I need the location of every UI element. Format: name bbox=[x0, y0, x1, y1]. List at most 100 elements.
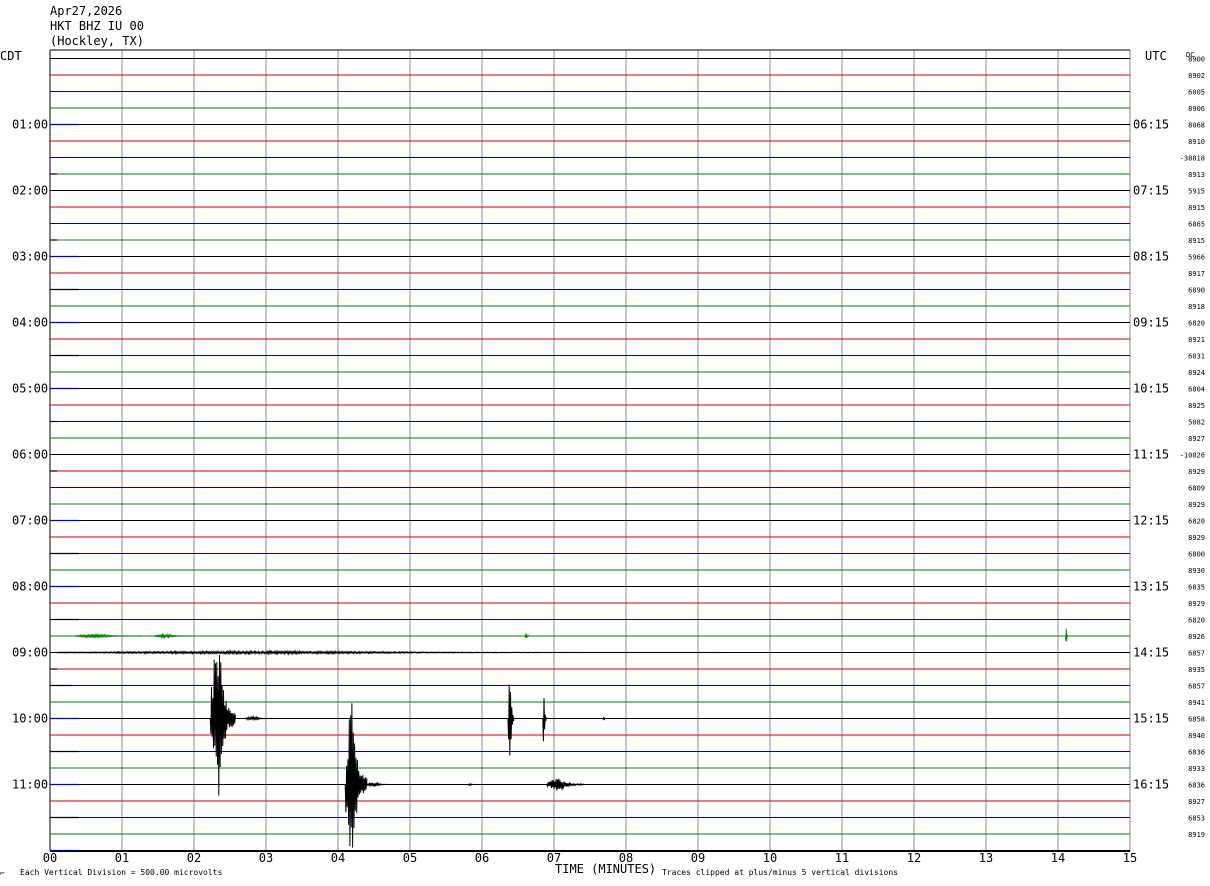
utc-label-0615: 06:15 bbox=[1133, 118, 1169, 132]
utc-label-1315: 13:15 bbox=[1133, 580, 1169, 594]
x-tick-04: 04 bbox=[331, 851, 345, 865]
dc-values: 8900 8902 6005 8906 8068 8910 -38818 8913 5915 89… bbox=[1180, 56, 1205, 840]
header-station: HKT BHZ IU 00 bbox=[50, 19, 144, 33]
utc-label-1115: 11:15 bbox=[1133, 448, 1169, 462]
division-note: Each Vertical Division = 500.00 microvol… bbox=[20, 868, 222, 877]
dc-value-row-13: 8917 bbox=[1188, 270, 1205, 278]
x-tick-15: 15 bbox=[1123, 851, 1137, 865]
right-axis-label: UTC bbox=[1145, 49, 1167, 63]
dc-value-row-17: 8921 bbox=[1188, 336, 1205, 344]
cdt-label-0200: 02:00 bbox=[12, 184, 48, 198]
utc-label-1615: 16:15 bbox=[1133, 778, 1169, 792]
dc-value-row-8: 5915 bbox=[1188, 188, 1205, 196]
x-axis-title: TIME (MINUTES) bbox=[555, 862, 656, 876]
x-tick-02: 02 bbox=[187, 851, 201, 865]
x-tick-03: 03 bbox=[259, 851, 273, 865]
dc-value-row-35: 8926 bbox=[1188, 633, 1205, 641]
dc-value-row-20: 6804 bbox=[1188, 386, 1205, 394]
x-tick-05: 05 bbox=[403, 851, 417, 865]
dc-value-row-47: 8919 bbox=[1188, 831, 1205, 839]
dc-value-row-26: 6809 bbox=[1188, 485, 1205, 493]
seismic-event-12 bbox=[467, 782, 475, 787]
cdt-label-1000: 10:00 bbox=[12, 712, 48, 726]
dc-value-row-7: 8913 bbox=[1188, 171, 1205, 179]
dc-value-row-5: 8910 bbox=[1188, 138, 1205, 146]
dc-value-row-36: 6857 bbox=[1188, 650, 1205, 658]
seismic-event-6 bbox=[244, 714, 274, 722]
cdt-label-0800: 08:00 bbox=[12, 580, 48, 594]
seismic-event-10 bbox=[344, 703, 368, 848]
utc-label-0815: 08:15 bbox=[1133, 250, 1169, 264]
dc-value-row-12: 5966 bbox=[1188, 254, 1205, 262]
x-tick-01: 01 bbox=[115, 851, 129, 865]
dc-value-row-28: 6820 bbox=[1188, 518, 1205, 526]
seismic-event-3 bbox=[1065, 628, 1069, 642]
left-axis-label: CDT bbox=[0, 49, 22, 63]
seismic-event-2 bbox=[524, 633, 529, 638]
utc-label-1515: 15:15 bbox=[1133, 712, 1169, 726]
dc-value-row-3: 8906 bbox=[1188, 105, 1205, 113]
dc-value-row-43: 8933 bbox=[1188, 765, 1205, 773]
dc-value-row-22: 5082 bbox=[1188, 419, 1205, 427]
utc-label-1015: 10:15 bbox=[1133, 382, 1169, 396]
x-tick-09: 09 bbox=[691, 851, 705, 865]
dc-value-row-29: 8929 bbox=[1188, 534, 1205, 542]
dc-value-row-38: 6857 bbox=[1188, 683, 1205, 691]
cdt-label-1100: 11:00 bbox=[12, 778, 48, 792]
seismic-event-9 bbox=[602, 716, 607, 721]
dc-value-row-46: 6853 bbox=[1188, 815, 1205, 823]
dc-value-row-6: -38818 bbox=[1180, 155, 1205, 163]
dc-value-row-27: 8929 bbox=[1188, 501, 1205, 509]
x-tick-00: 00 bbox=[43, 851, 57, 865]
header-date: Apr27,2026 bbox=[50, 4, 122, 18]
dc-value-row-16: 6820 bbox=[1188, 320, 1205, 328]
utc-label-0715: 07:15 bbox=[1133, 184, 1169, 198]
seismic-event-0 bbox=[74, 632, 141, 640]
cdt-label-0100: 01:00 bbox=[12, 118, 48, 132]
seismic-event-1 bbox=[154, 632, 191, 640]
dc-value-row-2: 6005 bbox=[1188, 89, 1205, 97]
seismic-event-11 bbox=[366, 781, 389, 788]
dc-value-row-23: 8927 bbox=[1188, 435, 1205, 443]
dc-value-row-45: 8927 bbox=[1188, 798, 1205, 806]
dc-value-row-42: 6836 bbox=[1188, 749, 1205, 757]
x-tick-06: 06 bbox=[475, 851, 489, 865]
dc-value-row-10: 6865 bbox=[1188, 221, 1205, 229]
scale-mark: ⌐ bbox=[0, 869, 5, 878]
dc-value-row-32: 6835 bbox=[1188, 584, 1205, 592]
dc-value-row-41: 8940 bbox=[1188, 732, 1205, 740]
cdt-label-0300: 03:00 bbox=[12, 250, 48, 264]
cdt-label-0400: 04:00 bbox=[12, 316, 48, 330]
cdt-label-0600: 06:00 bbox=[12, 448, 48, 462]
dc-value-row-9: 8915 bbox=[1188, 204, 1205, 212]
dc-value-row-14: 6890 bbox=[1188, 287, 1205, 295]
clip-note: Traces clipped at plus/minus 5 vertical … bbox=[662, 868, 898, 877]
helicorder-chart: Apr27,2026 HKT BHZ IU 00 (Hockley, TX) C… bbox=[0, 4, 1205, 878]
header-location: (Hockley, TX) bbox=[50, 34, 144, 48]
utc-time-labels: 06:15 07:15 08:15 09:15 10:15 11:15 12:15 13:15… bbox=[1133, 118, 1169, 792]
dc-value-row-18: 6031 bbox=[1188, 353, 1205, 361]
utc-label-0915: 09:15 bbox=[1133, 316, 1169, 330]
seismic-event-7 bbox=[507, 684, 515, 756]
dc-value-row-11: 8915 bbox=[1188, 237, 1205, 245]
cdt-time-labels: 01:00 02:00 03:00 04:00 05:00 06:00 07:00 08:00… bbox=[12, 118, 48, 792]
dc-value-row-30: 6800 bbox=[1188, 551, 1205, 559]
dc-value-row-19: 8924 bbox=[1188, 369, 1205, 377]
utc-label-1415: 14:15 bbox=[1133, 646, 1169, 660]
utc-label-1215: 12:15 bbox=[1133, 514, 1169, 528]
dc-value-row-25: 8929 bbox=[1188, 468, 1205, 476]
cdt-label-0700: 07:00 bbox=[12, 514, 48, 528]
dc-value-row-37: 8935 bbox=[1188, 666, 1205, 674]
dc-value-row-21: 8925 bbox=[1188, 402, 1205, 410]
dc-value-row-4: 8068 bbox=[1188, 122, 1205, 130]
cdt-label-0900: 09:00 bbox=[12, 646, 48, 660]
x-tick-11: 11 bbox=[835, 851, 849, 865]
x-tick-13: 13 bbox=[979, 851, 993, 865]
seismic-event-4 bbox=[56, 649, 721, 656]
seismic-event-5 bbox=[209, 654, 236, 796]
dc-value-row-34: 6820 bbox=[1188, 617, 1205, 625]
dc-value-row-33: 8929 bbox=[1188, 600, 1205, 608]
cdt-label-0500: 05:00 bbox=[12, 382, 48, 396]
x-tick-12: 12 bbox=[907, 851, 921, 865]
dc-value-row-15: 8918 bbox=[1188, 303, 1205, 311]
